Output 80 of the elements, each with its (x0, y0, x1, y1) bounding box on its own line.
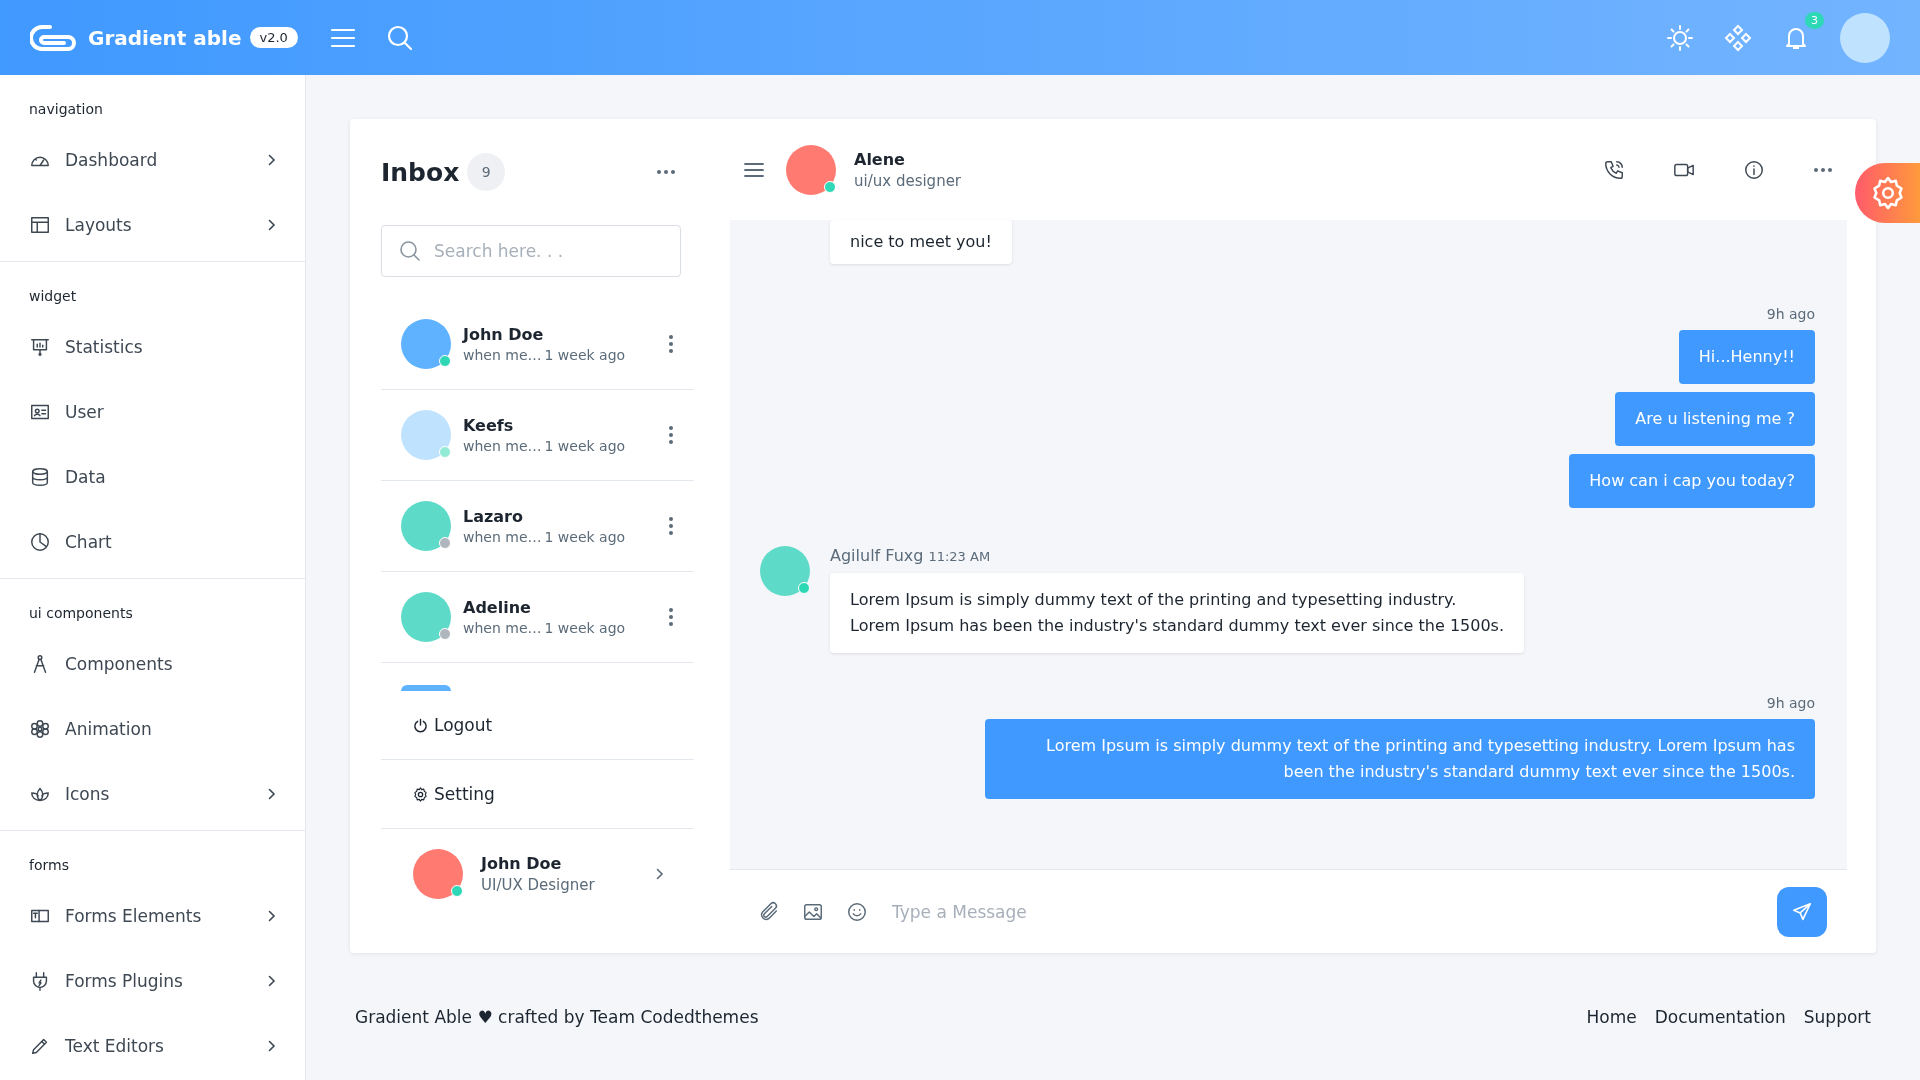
message-preview: when me… (463, 347, 542, 363)
send-button[interactable] (1777, 886, 1827, 937)
contact-item[interactable]: Adeline when me… 1 week ago (381, 572, 694, 663)
kebab-menu-icon[interactable] (668, 516, 674, 536)
sent-message: Lorem Ipsum is simply dummy text of the printing and typesetting industry. Lorem Ipsum has been the industry's standard dummy text ever since the 1500s. (985, 719, 1815, 799)
received-message: Lorem Ipsum is simply dummy text of the printing and typesetting industry. Lorem Ipsum has been the industry's standard dummy text ever since the 1500s. (830, 573, 1525, 653)
search-icon (399, 240, 421, 262)
section-title: ui components (28, 605, 134, 623)
profile-role: UI/UX Designer (481, 876, 596, 894)
nav-item[interactable]: User (0, 379, 305, 444)
status-dot (798, 582, 810, 594)
section-title: navigation (28, 101, 104, 119)
contact-time: 1 week ago (544, 529, 626, 545)
footer-link[interactable]: Home (1586, 1006, 1637, 1027)
inbox-title: Inbox (381, 157, 460, 187)
nav-item[interactable]: Icons (0, 761, 305, 826)
section-title: widget (28, 288, 78, 306)
status-dot (451, 885, 463, 897)
received-message: nice to meet you! (830, 220, 1012, 264)
contact-name: Alene (854, 149, 906, 169)
sender-name: Agilulf Fuxg (830, 546, 924, 565)
contact-role: ui/ux designer (854, 171, 963, 190)
send-icon (1791, 900, 1813, 923)
contact-item[interactable]: John Doe when me… 1 week ago (381, 299, 694, 390)
data-icon (29, 465, 51, 488)
profile-item[interactable]: John Doe UI/UX Designer (381, 829, 694, 919)
flower-icon (29, 717, 51, 740)
nav-item[interactable]: Text Editors (0, 1013, 305, 1078)
contact-name: Adeline (463, 598, 532, 617)
contact-time: 1 week ago (544, 620, 626, 636)
menu-item[interactable]: Logout (381, 691, 694, 760)
menu-button[interactable] (330, 26, 356, 49)
footer-link[interactable]: Documentation (1654, 1006, 1786, 1027)
chart-icon (29, 530, 51, 553)
message-preview: when me… (463, 620, 542, 636)
settings-icon (413, 786, 428, 802)
profile-name: John Doe (481, 854, 563, 873)
settings-button[interactable] (1855, 163, 1920, 223)
footer-link[interactable]: Support (1803, 1006, 1871, 1027)
contact-time: 1 week ago (544, 347, 626, 363)
section-title: forms (28, 857, 70, 875)
brand-name: Gradient able (88, 25, 242, 50)
message-preview: when me… (463, 529, 542, 545)
contact-time: 1 week ago (544, 438, 626, 454)
chevron-right-icon (656, 868, 664, 880)
paperclip-icon[interactable] (758, 900, 780, 923)
contact-item[interactable]: Lazaro when me… 1 week ago (381, 481, 694, 572)
search-field[interactable]: Search here. . . (381, 225, 681, 277)
contact-name: Keefs (463, 416, 515, 435)
version-badge: v2.0 (249, 27, 298, 48)
kebab-menu-icon[interactable] (668, 607, 674, 627)
message-time: 11:23 AM (928, 549, 991, 564)
nav-item[interactable]: Animation (0, 696, 305, 761)
kebab-menu-icon[interactable] (668, 425, 674, 445)
sent-message: How can i cap you today? (1569, 454, 1815, 508)
footer-credit: Gradient Able ♥ crafted by Team Codedthemes (355, 1006, 759, 1027)
contact-name: John Doe (463, 325, 545, 344)
message-time: 9h ago (1766, 306, 1815, 322)
menu-item[interactable]: Setting (381, 760, 694, 829)
nav-item[interactable]: Data (0, 444, 305, 509)
kebab-menu-icon[interactable] (668, 334, 674, 354)
nav-item[interactable]: Statistics (0, 314, 305, 379)
contact-name: Lazaro (463, 507, 524, 526)
message-preview: when me… (463, 438, 542, 454)
sent-message: Are u listening me ? (1615, 392, 1815, 446)
message-time: 9h ago (1766, 695, 1815, 711)
inbox-count: 9 (467, 153, 506, 191)
search-button[interactable] (386, 23, 414, 52)
power-icon (413, 717, 428, 733)
nav-item[interactable]: Components (0, 631, 305, 696)
contact-item[interactable]: Keefs when me… 1 week ago (381, 390, 694, 481)
nav-item[interactable]: Layouts (0, 192, 305, 257)
nav-item[interactable]: Forms Plugins (0, 948, 305, 1013)
notification-count: 3 (1805, 11, 1824, 29)
smiley-icon[interactable] (846, 900, 868, 923)
sent-message: Hi...Henny!! (1678, 330, 1815, 384)
message-input[interactable]: Type a Message (890, 900, 1755, 923)
nav-item[interactable]: Forms Elements (0, 883, 305, 948)
nav-item[interactable]: Chart (0, 509, 305, 574)
nav-item[interactable]: Dashboard (0, 127, 305, 192)
